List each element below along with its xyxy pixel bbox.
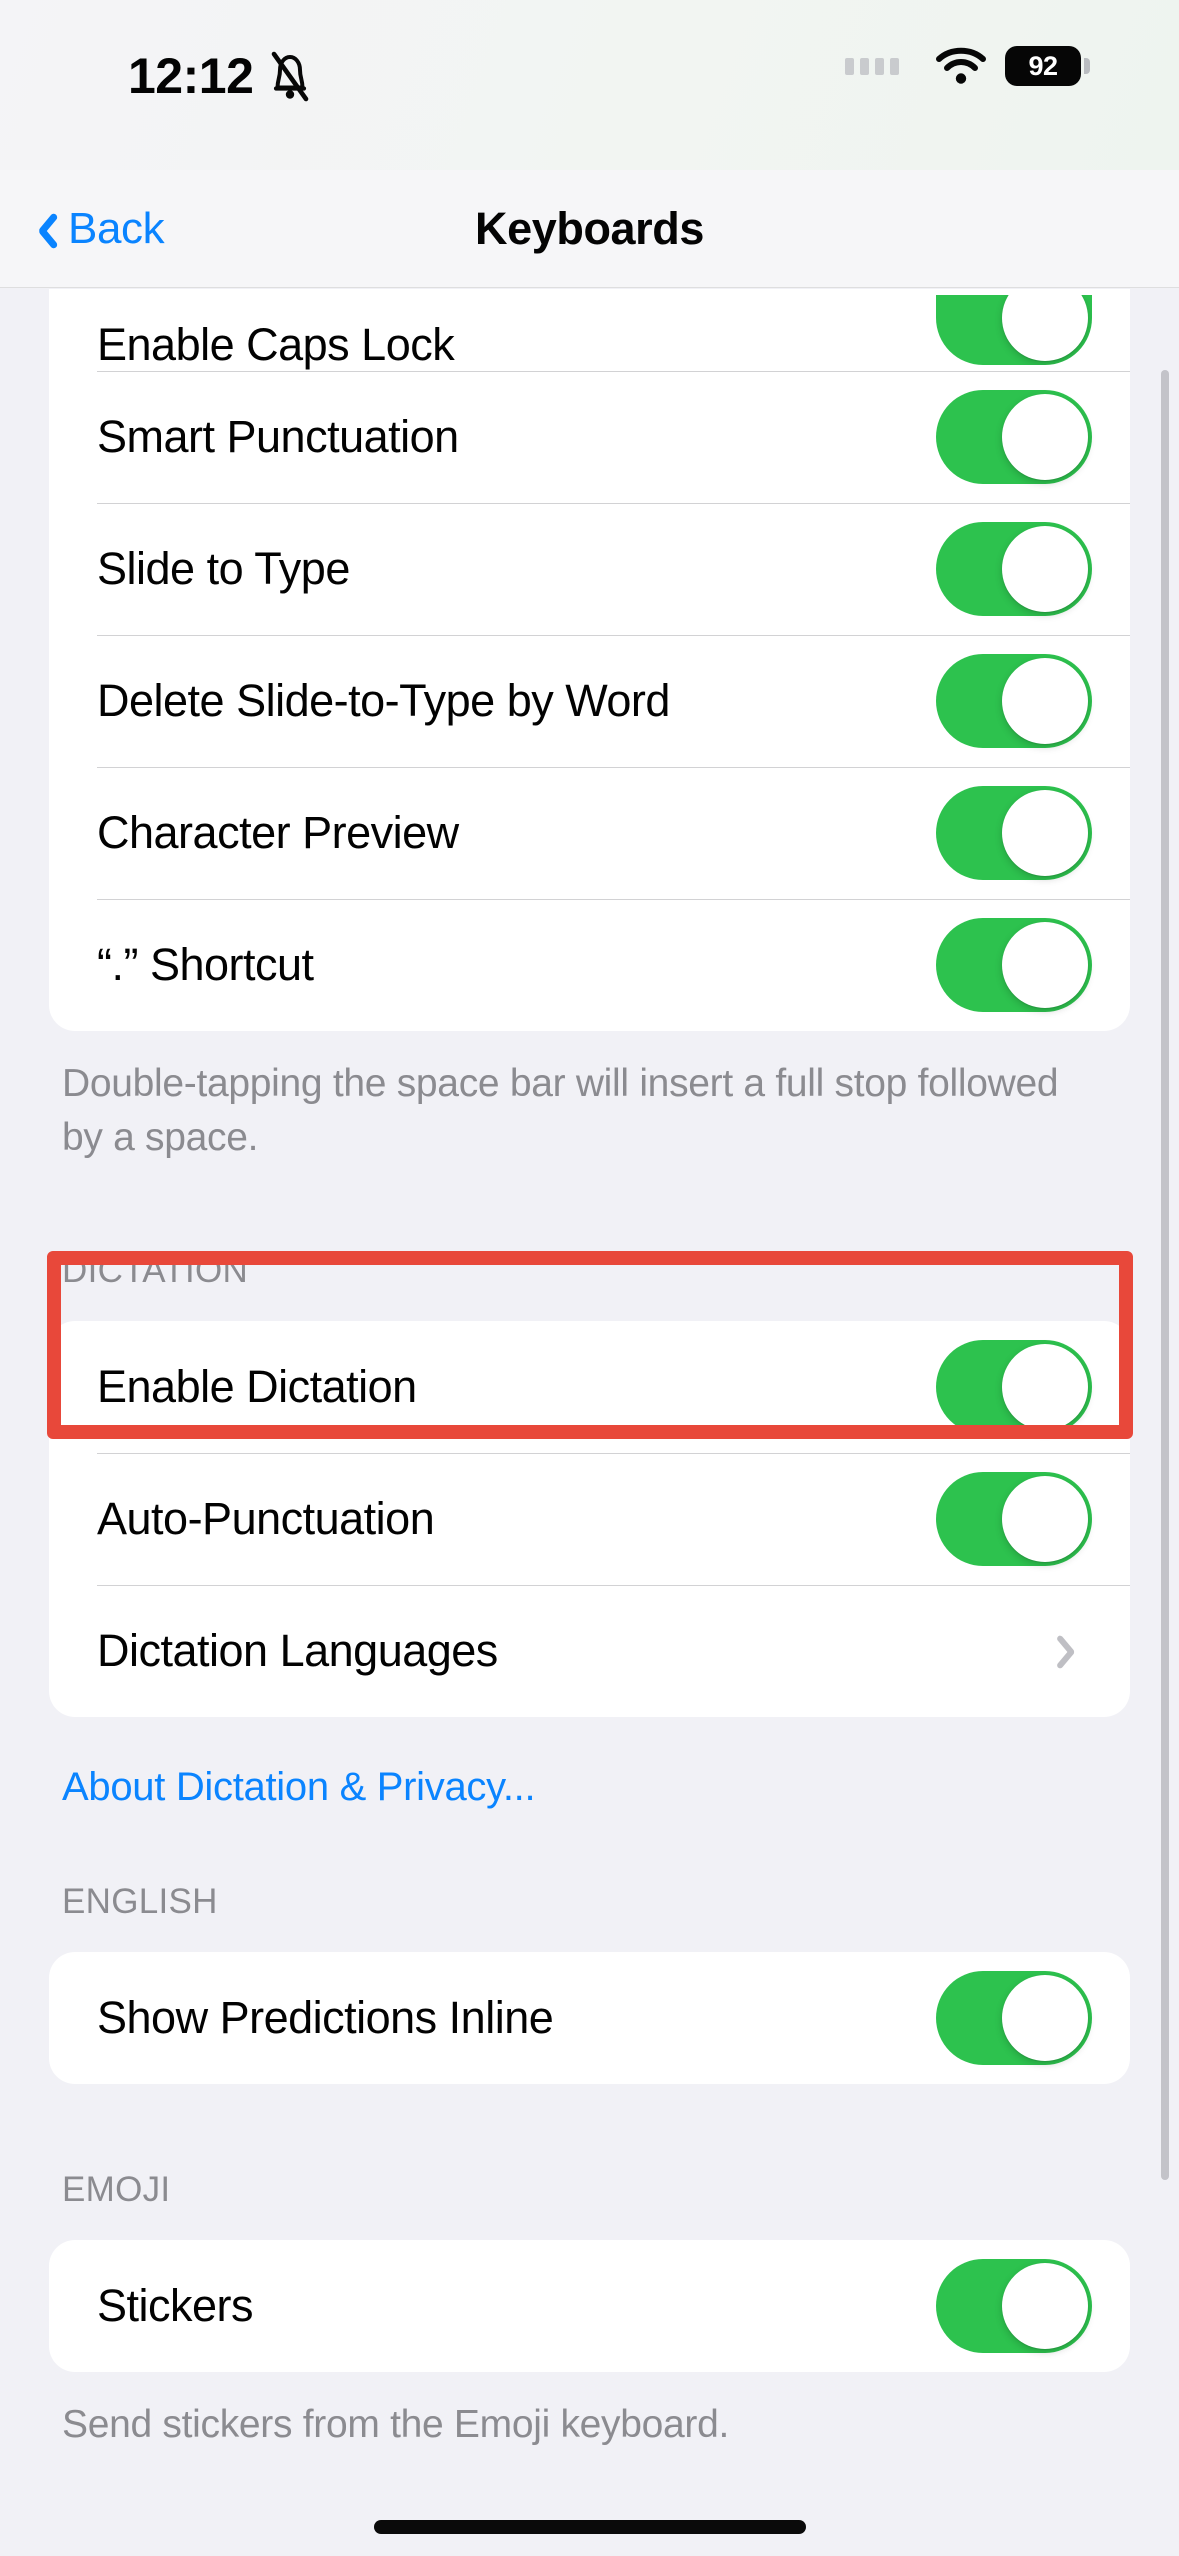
row-label: Enable Caps Lock: [97, 319, 455, 370]
back-button[interactable]: Back: [24, 170, 174, 288]
status-bar: 12:12 92: [0, 0, 1179, 170]
toggle-knob: [1002, 1476, 1088, 1562]
chevron-right-icon: [1062, 1631, 1084, 1671]
row-smart-punctuation[interactable]: Smart Punctuation: [49, 371, 1130, 503]
row-label: Slide to Type: [97, 543, 350, 594]
row-label: Show Predictions Inline: [97, 1992, 554, 2043]
row-delete-slide-to-type-by-word[interactable]: Delete Slide-to-Type by Word: [49, 635, 1130, 767]
settings-scroll-view[interactable]: Enable Caps Lock Smart Punctuation Slide…: [0, 289, 1179, 2556]
emoji-footer: Send stickers from the Emoji keyboard.: [62, 2403, 730, 2446]
toggle-character-preview[interactable]: [936, 786, 1092, 880]
row-enable-caps-lock[interactable]: Enable Caps Lock: [49, 289, 1130, 371]
about-dictation-privacy-link[interactable]: About Dictation & Privacy...: [62, 1765, 1179, 1810]
toggle-auto-punctuation[interactable]: [936, 1472, 1092, 1566]
wifi-icon: [936, 47, 986, 84]
status-bar-left: 12:12: [128, 50, 313, 102]
toggle-delete-slide-to-type-by-word[interactable]: [936, 654, 1092, 748]
back-button-label: Back: [68, 204, 165, 253]
section-header-english: ENGLISH: [62, 1882, 218, 1921]
row-character-preview[interactable]: Character Preview: [49, 767, 1130, 899]
toggle-enable-dictation[interactable]: [936, 1340, 1092, 1434]
toggle-smart-punctuation[interactable]: [936, 390, 1092, 484]
toggle-show-predictions-inline[interactable]: [936, 1971, 1092, 2065]
row-stickers[interactable]: Stickers: [49, 2240, 1130, 2372]
toggle-stickers[interactable]: [936, 2259, 1092, 2353]
row-label: Dictation Languages: [97, 1625, 498, 1676]
toggle-knob: [1002, 922, 1088, 1008]
english-card: Show Predictions Inline: [49, 1952, 1130, 2084]
row-label: Character Preview: [97, 807, 459, 858]
row-label: Enable Dictation: [97, 1361, 417, 1412]
row-label: Delete Slide-to-Type by Word: [97, 675, 670, 726]
toggle-knob: [1002, 526, 1088, 612]
bell-slash-icon: [272, 51, 309, 102]
battery-level-text: 92: [1028, 50, 1058, 81]
vertical-scrollbar[interactable]: [1161, 370, 1169, 2180]
home-indicator[interactable]: [373, 2520, 806, 2534]
row-label: “.” Shortcut: [97, 939, 314, 990]
dictation-card: Enable Dictation Auto-Punctuation Dictat…: [49, 1321, 1130, 1717]
row-auto-punctuation[interactable]: Auto-Punctuation: [49, 1453, 1130, 1585]
toggle-knob: [1002, 394, 1088, 480]
toggle-enable-caps-lock[interactable]: [936, 295, 1092, 365]
section-header-dictation: DICTATION: [62, 1251, 249, 1290]
signal-dots-icon: [845, 57, 899, 75]
toggle-knob: [1002, 790, 1088, 876]
row-label: Stickers: [97, 2280, 254, 2331]
status-bar-right: 92: [845, 46, 1090, 86]
row-label: Smart Punctuation: [97, 411, 459, 462]
keyboard-options-footer: Double-tapping the space bar will insert…: [62, 1062, 1059, 1159]
toggle-knob: [1002, 295, 1088, 361]
row-show-predictions-inline[interactable]: Show Predictions Inline: [49, 1952, 1130, 2084]
toggle-knob: [1002, 1344, 1088, 1430]
row-enable-dictation[interactable]: Enable Dictation: [49, 1321, 1130, 1453]
row-dictation-languages[interactable]: Dictation Languages: [49, 1585, 1130, 1717]
toggle-knob: [1002, 658, 1088, 744]
row-slide-to-type[interactable]: Slide to Type: [49, 503, 1130, 635]
iphone-screen: 12:12 92 Back Keyboards Enable Caps Lock…: [0, 0, 1179, 2556]
row-label: Auto-Punctuation: [97, 1493, 435, 1544]
row-period-shortcut[interactable]: “.” Shortcut: [49, 899, 1130, 1031]
page-title: Keyboards: [475, 203, 704, 254]
emoji-card: Stickers: [49, 2240, 1130, 2372]
section-header-emoji: EMOJI: [62, 2170, 171, 2209]
battery-indicator: 92: [1005, 46, 1090, 86]
keyboard-options-card: Enable Caps Lock Smart Punctuation Slide…: [49, 289, 1130, 1031]
toggle-period-shortcut[interactable]: [936, 918, 1092, 1012]
chevron-left-icon: [34, 209, 56, 249]
toggle-slide-to-type[interactable]: [936, 522, 1092, 616]
toggle-knob: [1002, 1975, 1088, 2061]
status-bar-clock: 12:12: [128, 48, 254, 104]
toggle-knob: [1002, 2263, 1088, 2349]
navigation-bar: Back Keyboards: [0, 170, 1179, 288]
